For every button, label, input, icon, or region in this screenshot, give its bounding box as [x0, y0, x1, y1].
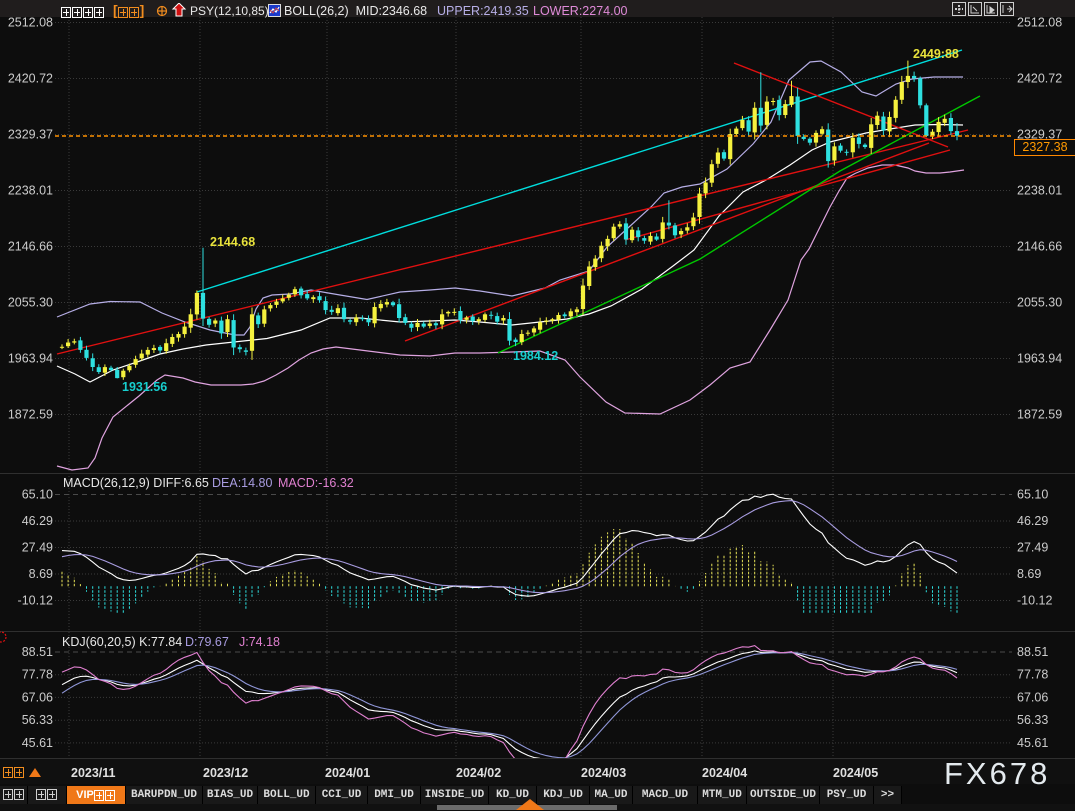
svg-text:46.29: 46.29 — [22, 514, 53, 528]
svg-text:2055.30: 2055.30 — [1017, 296, 1062, 310]
svg-text:DEA:14.80: DEA:14.80 — [212, 476, 273, 490]
svg-text:8.69: 8.69 — [29, 567, 53, 581]
svg-text:27.49: 27.49 — [22, 541, 53, 555]
svg-text:2420.72: 2420.72 — [1017, 72, 1062, 86]
svg-text:2146.66: 2146.66 — [8, 240, 53, 254]
svg-text:-10.12: -10.12 — [18, 594, 53, 608]
svg-text:88.51: 88.51 — [1017, 645, 1048, 659]
svg-text:65.10: 65.10 — [22, 488, 53, 502]
svg-text:1872.59: 1872.59 — [1017, 408, 1062, 422]
svg-text:77.78: 77.78 — [22, 668, 53, 682]
svg-text:1963.94: 1963.94 — [1017, 352, 1062, 366]
svg-text:2146.66: 2146.66 — [1017, 240, 1062, 254]
svg-text:2512.08: 2512.08 — [1017, 16, 1062, 30]
svg-text:45.61: 45.61 — [22, 736, 53, 750]
svg-text:2238.01: 2238.01 — [1017, 184, 1062, 198]
svg-text:65.10: 65.10 — [1017, 488, 1048, 502]
svg-text:2420.72: 2420.72 — [8, 72, 53, 86]
svg-text:46.29: 46.29 — [1017, 514, 1048, 528]
svg-text:2449:88: 2449:88 — [913, 47, 959, 61]
svg-text:8.69: 8.69 — [1017, 567, 1041, 581]
svg-text:1984.12: 1984.12 — [513, 349, 558, 363]
svg-text:2512.08: 2512.08 — [8, 16, 53, 30]
svg-text:MACD:-16.32: MACD:-16.32 — [278, 476, 354, 490]
svg-text:MACD(26,12,9) DIFF:6.65: MACD(26,12,9) DIFF:6.65 — [63, 476, 209, 490]
svg-text:27.49: 27.49 — [1017, 541, 1048, 555]
svg-text:56.33: 56.33 — [22, 713, 53, 727]
svg-text:88.51: 88.51 — [22, 645, 53, 659]
svg-text:1872.59: 1872.59 — [8, 408, 53, 422]
svg-text:J:74.18: J:74.18 — [239, 635, 280, 649]
svg-text:2329.37: 2329.37 — [8, 128, 53, 142]
svg-text:56.33: 56.33 — [1017, 713, 1048, 727]
svg-text:D:79.67: D:79.67 — [185, 635, 229, 649]
svg-text:67.06: 67.06 — [1017, 690, 1048, 704]
svg-text:-10.12: -10.12 — [1017, 594, 1052, 608]
svg-text:1963.94: 1963.94 — [8, 352, 53, 366]
svg-text:67.06: 67.06 — [22, 690, 53, 704]
svg-text:KDJ(60,20,5) K:77.84: KDJ(60,20,5) K:77.84 — [62, 635, 182, 649]
svg-text:2055.30: 2055.30 — [8, 296, 53, 310]
svg-text:2238.01: 2238.01 — [8, 184, 53, 198]
svg-text:77.78: 77.78 — [1017, 668, 1048, 682]
svg-text:45.61: 45.61 — [1017, 736, 1048, 750]
svg-text:2144.68: 2144.68 — [210, 235, 255, 249]
svg-text:1931.56: 1931.56 — [122, 380, 167, 394]
